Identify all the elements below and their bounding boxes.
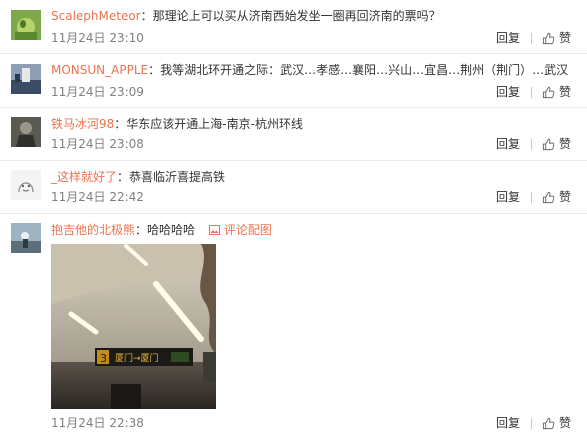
comment-time: 11月24日 23:10 bbox=[51, 31, 144, 45]
thumbs-up-icon bbox=[542, 32, 555, 44]
reply-button[interactable]: 回复 bbox=[496, 137, 520, 151]
comment-content: 恭喜临沂喜提高铁 bbox=[129, 170, 226, 184]
username-link[interactable]: 抱吉他的北极熊 bbox=[51, 223, 135, 237]
comment-time: 11月24日 22:42 bbox=[51, 190, 144, 204]
action-divider bbox=[530, 32, 532, 44]
picture-link-label: 评论配图 bbox=[223, 223, 272, 237]
reply-button[interactable]: 回复 bbox=[496, 85, 520, 99]
comment-item: _这样就好了：恭喜临沂喜提高铁 11月24日 22:42 回复 赞 bbox=[0, 161, 587, 214]
comment-content: 哈哈哈哈 bbox=[147, 223, 196, 237]
avatar[interactable] bbox=[11, 117, 41, 147]
comment-item: 铁马冰河98：华东应该开通上海-南京-杭州环线 11月24日 23:08 回复 … bbox=[0, 108, 587, 161]
comment-picture-link[interactable]: 评论配图 bbox=[208, 223, 272, 237]
avatar[interactable] bbox=[11, 10, 41, 40]
comment-time: 11月24日 23:08 bbox=[51, 137, 144, 151]
comment-actions: 回复 赞 bbox=[496, 416, 571, 430]
photo-sign-number: 3 bbox=[100, 352, 107, 365]
comment-text-line: 铁马冰河98：华东应该开通上海-南京-杭州环线 bbox=[51, 116, 303, 132]
thumbs-up-icon bbox=[542, 191, 555, 203]
like-label: 赞 bbox=[558, 85, 571, 99]
comment-actions: 回复 赞 bbox=[496, 85, 571, 99]
like-button[interactable]: 赞 bbox=[542, 137, 571, 151]
thumbs-up-icon bbox=[542, 417, 555, 429]
comment-text-line: 抱吉他的北极熊：哈哈哈哈 评论配图 bbox=[51, 222, 272, 238]
comment-actions: 回复 赞 bbox=[496, 137, 571, 151]
comment-text-line: ScalephMeteor：那理论上可以买从济南西始发坐一圈再回济南的票吗？ bbox=[51, 8, 441, 24]
reply-button[interactable]: 回复 bbox=[496, 190, 520, 204]
thumbs-up-icon bbox=[542, 86, 555, 98]
comment-content: 那理论上可以买从济南西始发坐一圈再回济南的票吗？ bbox=[152, 9, 441, 23]
comment-content: 华东应该开通上海-南京-杭州环线 bbox=[126, 117, 303, 131]
like-label: 赞 bbox=[558, 190, 571, 204]
comment-text-line: MONSUN_APPLE：我等湖北环开通之际：武汉…孝感…襄阳…兴山…宜昌…荆州… bbox=[51, 62, 568, 78]
username-link[interactable]: 铁马冰河98 bbox=[51, 117, 114, 131]
comment-time: 11月24日 22:38 bbox=[51, 416, 144, 430]
colon-separator: ： bbox=[148, 63, 161, 77]
action-divider bbox=[530, 86, 532, 98]
like-label: 赞 bbox=[558, 416, 571, 430]
avatar[interactable] bbox=[11, 64, 41, 94]
like-button[interactable]: 赞 bbox=[542, 416, 571, 430]
avatar[interactable] bbox=[11, 223, 41, 253]
colon-separator: ： bbox=[140, 9, 153, 23]
like-button[interactable]: 赞 bbox=[542, 85, 571, 99]
username-link[interactable]: ScalephMeteor bbox=[51, 9, 141, 23]
like-label: 赞 bbox=[558, 31, 571, 45]
comment-content: 我等湖北环开通之际：武汉…孝感…襄阳…兴山…宜昌…荆州（荆门）…武汉 bbox=[160, 63, 569, 77]
comment-photo[interactable]: 3 厦门→厦门 bbox=[51, 244, 216, 409]
comment-text-line: _这样就好了：恭喜临沂喜提高铁 bbox=[51, 169, 225, 185]
photo-sign-text: 厦门→厦门 bbox=[115, 352, 159, 364]
action-divider bbox=[530, 417, 532, 429]
colon-separator: ： bbox=[135, 223, 148, 237]
reply-button[interactable]: 回复 bbox=[496, 31, 520, 45]
comment-time: 11月24日 23:09 bbox=[51, 85, 144, 99]
thumbs-up-icon bbox=[542, 138, 555, 150]
like-button[interactable]: 赞 bbox=[542, 190, 571, 204]
picture-icon bbox=[208, 225, 220, 235]
colon-separator: ： bbox=[117, 170, 130, 184]
colon-separator: ： bbox=[114, 117, 127, 131]
comment-actions: 回复 赞 bbox=[496, 31, 571, 45]
like-button[interactable]: 赞 bbox=[542, 31, 571, 45]
action-divider bbox=[530, 191, 532, 203]
username-link[interactable]: _这样就好了 bbox=[51, 170, 117, 184]
comment-actions: 回复 赞 bbox=[496, 190, 571, 204]
reply-button[interactable]: 回复 bbox=[496, 416, 520, 430]
comment-item: MONSUN_APPLE：我等湖北环开通之际：武汉…孝感…襄阳…兴山…宜昌…荆州… bbox=[0, 54, 587, 108]
username-link[interactable]: MONSUN_APPLE bbox=[51, 63, 148, 77]
action-divider bbox=[530, 138, 532, 150]
comment-item: ScalephMeteor：那理论上可以买从济南西始发坐一圈再回济南的票吗？ 1… bbox=[0, 0, 587, 54]
comment-list: ScalephMeteor：那理论上可以买从济南西始发坐一圈再回济南的票吗？ 1… bbox=[0, 0, 587, 435]
avatar[interactable] bbox=[11, 170, 41, 200]
like-label: 赞 bbox=[558, 137, 571, 151]
